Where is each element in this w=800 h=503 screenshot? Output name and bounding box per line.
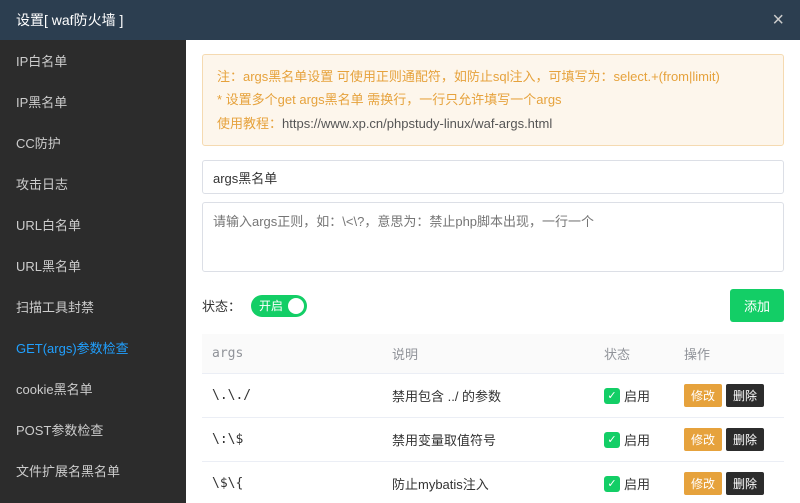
cell-status: ✓启用 — [594, 374, 674, 418]
main-panel: 注：args黑名单设置 可使用正则通配符，如防止sql注入，可填写为：selec… — [186, 40, 800, 503]
sidebar-item[interactable]: URL黑名单 — [0, 245, 186, 286]
status-label: 状态： — [202, 296, 241, 315]
cell-args: \$\{ — [202, 462, 382, 503]
titlebar: 设置[ waf防火墙 ] × — [0, 0, 800, 40]
cell-status: ✓启用 — [594, 418, 674, 462]
notice-line: * 设置多个get args黑名单 需换行，一行只允许填写一个args — [217, 88, 769, 111]
delete-button[interactable]: 删除 — [726, 384, 764, 407]
cell-ops: 修改删除 — [674, 374, 784, 418]
sidebar-item[interactable]: GET(args)参数检查 — [0, 327, 186, 368]
th-status: 状态 — [594, 334, 674, 374]
sidebar-item[interactable]: IP白名单 — [0, 40, 186, 81]
cell-ops: 修改删除 — [674, 462, 784, 503]
sidebar: IP白名单IP黑名单CC防护攻击日志URL白名单URL黑名单扫描工具封禁GET(… — [0, 40, 186, 503]
sidebar-item[interactable]: IP黑名单 — [0, 81, 186, 122]
notice-line: 使用教程：https://www.xp.cn/phpstudy-linux/wa… — [217, 112, 769, 135]
th-args: args — [202, 334, 382, 374]
cell-ops: 修改删除 — [674, 418, 784, 462]
cell-desc: 防止mybatis注入 — [382, 462, 594, 503]
name-input[interactable] — [202, 160, 784, 194]
cell-args: \.\./ — [202, 374, 382, 418]
sidebar-item[interactable]: 攻击日志 — [0, 163, 186, 204]
table-row: \$\{防止mybatis注入 ✓启用 修改删除 — [202, 462, 784, 503]
notice-box: 注：args黑名单设置 可使用正则通配符，如防止sql注入，可填写为：selec… — [202, 54, 784, 146]
delete-button[interactable]: 删除 — [726, 428, 764, 451]
th-ops: 操作 — [674, 334, 784, 374]
check-icon: ✓ — [604, 432, 620, 448]
notice-line: 注：args黑名单设置 可使用正则通配符，如防止sql注入，可填写为：selec… — [217, 65, 769, 88]
status-checkbox[interactable]: ✓启用 — [604, 430, 650, 449]
title: 设置[ waf防火墙 ] — [16, 10, 123, 30]
sidebar-item[interactable]: POST参数检查 — [0, 409, 186, 450]
cell-status: ✓启用 — [594, 462, 674, 503]
add-button[interactable]: 添加 — [730, 289, 784, 322]
table-row: \.\./禁用包含 ../ 的参数 ✓启用 修改删除 — [202, 374, 784, 418]
cell-desc: 禁用变量取值符号 — [382, 418, 594, 462]
check-icon: ✓ — [604, 476, 620, 492]
rules-table: args 说明 状态 操作 \.\./禁用包含 ../ 的参数✓启用修改删除\:… — [202, 334, 784, 503]
delete-button[interactable]: 删除 — [726, 472, 764, 495]
modify-button[interactable]: 修改 — [684, 428, 722, 451]
sidebar-item[interactable]: 扫描工具封禁 — [0, 286, 186, 327]
status-checkbox[interactable]: ✓启用 — [604, 474, 650, 493]
modify-button[interactable]: 修改 — [684, 472, 722, 495]
switch-knob — [288, 298, 304, 314]
cell-desc: 禁用包含 ../ 的参数 — [382, 374, 594, 418]
close-icon[interactable]: × — [772, 9, 784, 32]
sidebar-item[interactable]: CC防护 — [0, 122, 186, 163]
table-row: \:\$禁用变量取值符号 ✓启用 修改删除 — [202, 418, 784, 462]
sidebar-item[interactable]: cookie黑名单 — [0, 368, 186, 409]
sidebar-item[interactable]: 文件扩展名黑名单 — [0, 450, 186, 491]
cell-args: \:\$ — [202, 418, 382, 462]
th-desc: 说明 — [382, 334, 594, 374]
status-switch[interactable]: 开启 — [251, 295, 307, 317]
sidebar-item[interactable]: URL白名单 — [0, 204, 186, 245]
status-checkbox[interactable]: ✓启用 — [604, 386, 650, 405]
rules-textarea[interactable] — [202, 202, 784, 272]
modify-button[interactable]: 修改 — [684, 384, 722, 407]
check-icon: ✓ — [604, 388, 620, 404]
tutorial-link[interactable]: https://www.xp.cn/phpstudy-linux/waf-arg… — [282, 116, 552, 131]
